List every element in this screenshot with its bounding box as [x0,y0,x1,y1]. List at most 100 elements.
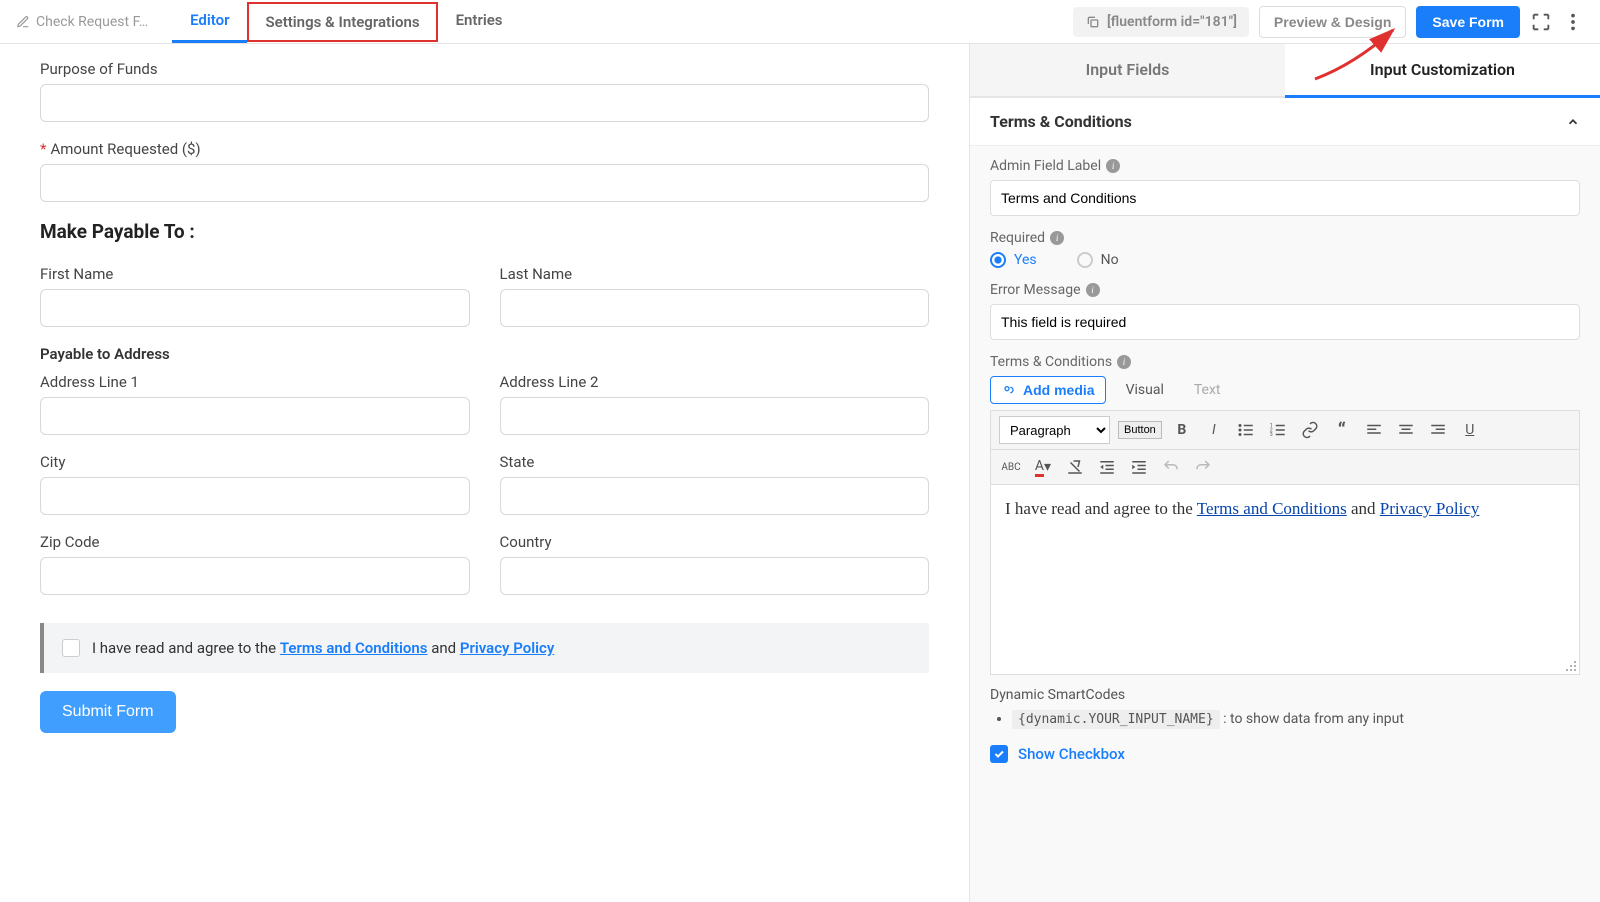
addr1-input[interactable] [40,397,470,435]
strikethrough-icon[interactable]: ABC [999,455,1023,479]
align-left-icon[interactable] [1362,418,1386,442]
tc-lbl-text: Terms & Conditions [990,354,1112,370]
bullet-list-icon[interactable] [1234,418,1258,442]
clear-format-icon[interactable] [1063,455,1087,479]
copy-icon [1085,14,1101,30]
admin-field-label-input[interactable] [990,180,1580,216]
add-media-button[interactable]: Add media [990,376,1106,404]
chevron-up-icon [1566,115,1580,129]
text-color-icon[interactable]: A ▾ [1031,455,1055,479]
link-icon[interactable] [1298,418,1322,442]
terms-mid: and [427,639,459,657]
numbered-list-icon[interactable]: 123 [1266,418,1290,442]
quote-icon[interactable]: “ [1330,418,1354,442]
add-media-text: Add media [1023,382,1095,398]
no-label: No [1101,252,1119,268]
error-message-input[interactable] [990,304,1580,340]
paragraph-select[interactable]: Paragraph [999,416,1110,444]
shortcode-button[interactable]: [fluentform id="181"] [1073,7,1249,37]
undo-icon[interactable] [1159,455,1183,479]
last-name-label: Last Name [500,265,930,283]
purpose-input[interactable] [40,84,929,122]
info-icon[interactable]: i [1117,355,1131,369]
address-title: Payable to Address [40,345,929,363]
info-icon[interactable]: i [1050,231,1064,245]
first-name-input[interactable] [40,289,470,327]
zip-label: Zip Code [40,533,470,551]
editor-body[interactable]: I have read and agree to the Terms and C… [990,485,1580,675]
align-center-icon[interactable] [1394,418,1418,442]
smartcodes-title: Dynamic SmartCodes [990,687,1580,703]
info-icon[interactable]: i [1106,159,1120,173]
amount-input[interactable] [40,164,929,202]
first-name-label: First Name [40,265,470,283]
state-input[interactable] [500,477,930,515]
terms-block[interactable]: I have read and agree to the Terms and C… [40,623,929,673]
show-checkbox-row[interactable]: Show Checkbox [990,745,1580,763]
preview-design-button[interactable]: Preview & Design [1259,6,1407,38]
align-right-icon[interactable] [1426,418,1450,442]
required-text: Required [990,230,1045,246]
more-icon[interactable] [1562,11,1584,33]
addr2-label: Address Line 2 [500,373,930,391]
addr1-label: Address Line 1 [40,373,470,391]
editor-privacy-link[interactable]: Privacy Policy [1380,499,1480,518]
terms-link[interactable]: Terms and Conditions [280,639,428,657]
terms-pre: I have read and agree to the [92,639,280,657]
section-header-label: Terms & Conditions [990,112,1132,131]
underline-icon[interactable]: U [1458,418,1482,442]
city-input[interactable] [40,477,470,515]
radio-dot-checked [990,252,1006,268]
smartcode-desc: : to show data from any input [1220,711,1404,727]
redo-icon[interactable] [1191,455,1215,479]
zip-input[interactable] [40,557,470,595]
svg-text:3: 3 [1270,432,1273,438]
expand-icon[interactable] [1530,11,1552,33]
button-insert[interactable]: Button [1118,421,1162,439]
media-icon [1001,382,1017,398]
country-label: Country [500,533,930,551]
indent-icon[interactable] [1127,455,1151,479]
section-header-terms[interactable]: Terms & Conditions [970,98,1600,146]
tab-entries[interactable]: Entries [438,0,521,43]
resize-handle-icon[interactable] [1565,660,1577,672]
tab-input-fields[interactable]: Input Fields [970,44,1285,96]
editor-tab-visual[interactable]: Visual [1116,377,1174,403]
form-name[interactable]: Check Request F… [16,14,148,30]
required-lbl: Required i [990,230,1580,246]
last-name-input[interactable] [500,289,930,327]
editor-terms-link[interactable]: Terms and Conditions [1197,499,1347,518]
admin-label-text: Admin Field Label [990,158,1101,174]
error-lbl-text: Error Message [990,282,1081,298]
editor-toolbar-row2: ABC A ▾ [990,450,1580,485]
amount-label-text: Amount Requested ($) [50,140,200,158]
smartcode-code: {dynamic.YOUR_INPUT_NAME} [1012,710,1220,729]
terms-conditions-lbl: Terms & Conditions i [990,354,1580,370]
tab-editor[interactable]: Editor [172,0,247,43]
info-icon[interactable]: i [1086,283,1100,297]
save-form-button[interactable]: Save Form [1416,6,1520,38]
shortcode-text: [fluentform id="181"] [1107,14,1237,30]
show-checkbox-check[interactable] [990,745,1008,763]
admin-field-label-lbl: Admin Field Label i [990,158,1580,174]
required-yes[interactable]: Yes [990,252,1037,268]
error-message-lbl: Error Message i [990,282,1580,298]
addr2-input[interactable] [500,397,930,435]
tab-settings-integrations[interactable]: Settings & Integrations [247,2,437,42]
state-label: State [500,453,930,471]
required-no[interactable]: No [1077,252,1119,268]
purpose-label: Purpose of Funds [40,60,929,78]
editor-tab-text[interactable]: Text [1184,377,1231,403]
country-input[interactable] [500,557,930,595]
submit-form-button[interactable]: Submit Form [40,691,176,733]
terms-checkbox[interactable] [62,639,80,657]
privacy-link[interactable]: Privacy Policy [460,639,554,657]
bold-icon[interactable]: B [1170,418,1194,442]
form-name-text: Check Request F… [36,14,148,30]
form-canvas: Purpose of Funds *Amount Requested ($) M… [0,44,970,902]
radio-dot [1077,252,1093,268]
tab-input-customization[interactable]: Input Customization [1285,44,1600,98]
italic-icon[interactable]: I [1202,418,1226,442]
outdent-icon[interactable] [1095,455,1119,479]
editor-mid: and [1347,499,1380,518]
